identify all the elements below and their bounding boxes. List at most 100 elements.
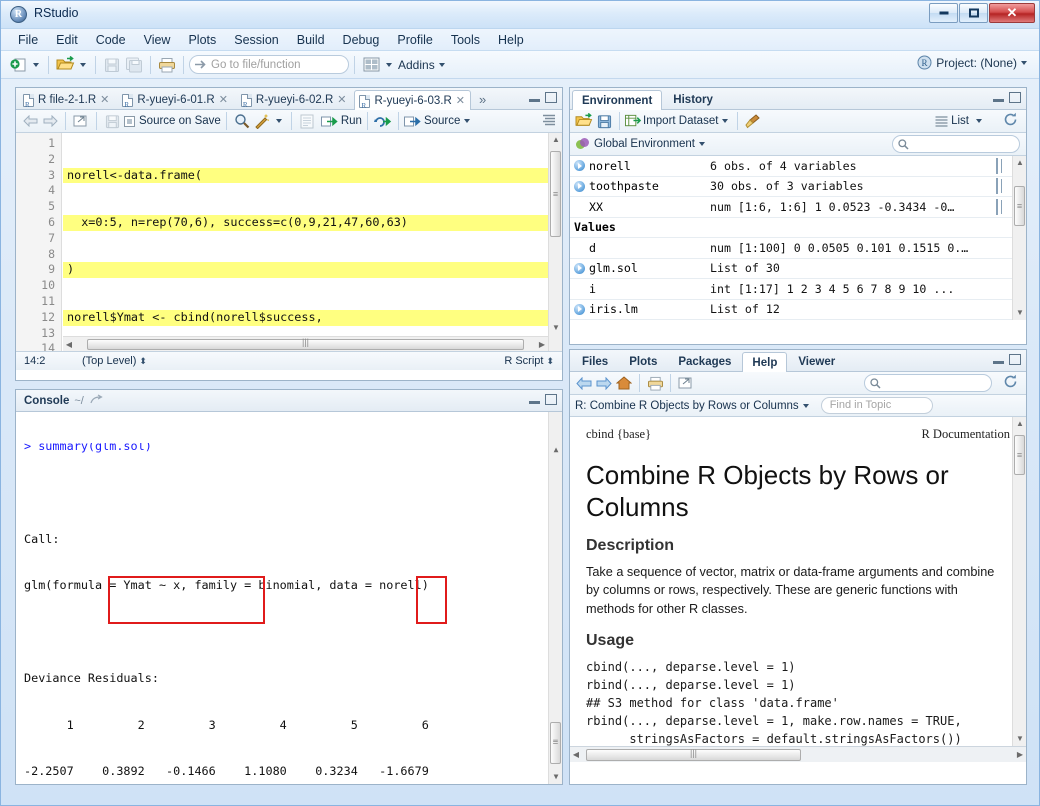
source-on-save-checkbox[interactable]: Source on Save [124, 115, 221, 127]
help-horizontal-scrollbar[interactable]: ◀ ||| ▶ [570, 746, 1026, 762]
help-topic-label[interactable]: R: Combine R Objects by Rows or Columns [575, 400, 799, 412]
scope-chevron-icon[interactable]: ⬍ [139, 356, 147, 367]
panes-dropdown-icon[interactable] [386, 62, 392, 67]
help-hscroll-thumb[interactable]: ||| [586, 748, 801, 761]
help-minimize-icon[interactable] [993, 361, 1004, 364]
environment-maximize-icon[interactable] [1009, 92, 1021, 103]
tab-help[interactable]: Help [742, 352, 788, 373]
view-mode-dropdown-icon[interactable] [976, 119, 982, 123]
code-text[interactable]: norell<-data.frame( x=0:5, n=rep(70,6), … [63, 133, 548, 351]
source-tab-4-close-icon[interactable]: ✕ [456, 92, 465, 111]
help-vertical-scrollbar[interactable]: ▲ ▼ [1012, 417, 1026, 746]
print-icon[interactable] [156, 54, 178, 75]
tab-files[interactable]: Files [572, 351, 618, 372]
source-tab-3[interactable]: R R-yueyi-6-02.R ✕ [236, 89, 353, 110]
source-tab-2[interactable]: R R-yueyi-6-01.R ✕ [117, 89, 234, 110]
maximize-button[interactable] [959, 3, 988, 23]
scroll-right-icon[interactable]: ▶ [536, 340, 548, 349]
source-button[interactable]: Source [403, 115, 460, 128]
help-forward-icon[interactable] [594, 374, 614, 393]
source-tabs-overflow-icon[interactable]: » [479, 90, 486, 110]
new-file-dropdown-icon[interactable] [33, 62, 39, 67]
goto-file-function-input[interactable]: Go to file/function [189, 55, 349, 74]
table-row[interactable]: XX num [1:6, 1:6] 1 0.0523 -0.3434 -0… [570, 197, 1026, 218]
help-scroll-left-icon[interactable]: ◀ [570, 750, 582, 759]
save-file-icon[interactable] [102, 112, 122, 131]
new-file-icon[interactable] [7, 54, 29, 75]
editor-minimize-icon[interactable] [529, 99, 540, 102]
help-print-icon[interactable] [645, 374, 665, 393]
run-button[interactable]: Run [320, 115, 362, 128]
back-arrow-icon[interactable] [20, 112, 40, 131]
environment-scope-dropdown-icon[interactable] [699, 142, 705, 146]
env-scroll-down-icon[interactable]: ▼ [1013, 306, 1026, 320]
environment-vertical-scrollbar[interactable]: ▲ ▼ [1012, 156, 1026, 320]
table-row[interactable]: iris.lm List of 12 [570, 300, 1026, 320]
find-replace-icon[interactable] [232, 112, 252, 131]
menu-view[interactable]: View [135, 31, 180, 49]
console-scroll-down-icon[interactable]: ▼ [549, 770, 562, 784]
table-row[interactable]: i int [1:17] 1 2 3 4 5 6 7 8 9 10 ... [570, 279, 1026, 300]
menu-file[interactable]: File [9, 31, 47, 49]
source-tab-2-close-icon[interactable]: ✕ [219, 91, 228, 110]
expand-icon[interactable] [574, 262, 585, 274]
import-dataset-dropdown-icon[interactable] [722, 119, 729, 123]
menu-plots[interactable]: Plots [179, 31, 225, 49]
rerun-icon[interactable] [373, 112, 393, 131]
file-type-chevron-icon[interactable]: ⬍ [546, 356, 554, 367]
addins-button[interactable]: Addins [398, 58, 435, 72]
console-working-dir[interactable]: ~/ [74, 395, 83, 407]
import-dataset-button[interactable]: Import Dataset [625, 114, 718, 128]
help-document[interactable]: cbind {base} R Documentation Combine R O… [570, 417, 1026, 762]
table-row[interactable]: norell 6 obs. of 4 variables [570, 156, 1026, 177]
help-topic-dropdown-icon[interactable] [802, 403, 809, 408]
console-output[interactable]: > summary(glm.sol) Call: glm(formula = Y… [16, 412, 562, 784]
save-all-icon[interactable] [123, 54, 145, 75]
close-button[interactable]: ✕ [989, 3, 1035, 23]
tab-packages[interactable]: Packages [668, 351, 741, 372]
menu-debug[interactable]: Debug [334, 31, 389, 49]
refresh-environment-icon[interactable] [1003, 112, 1018, 130]
clear-workspace-broom-icon[interactable] [743, 112, 763, 131]
environment-minimize-icon[interactable] [993, 99, 1004, 102]
help-popout-icon[interactable] [676, 374, 696, 393]
minimize-button[interactable] [929, 3, 958, 23]
scroll-down-icon[interactable]: ▼ [549, 321, 562, 335]
menu-session[interactable]: Session [225, 31, 287, 49]
view-data-grid-icon[interactable] [996, 157, 1010, 174]
code-editor[interactable]: 1 2 3 4 5 6 7 8 9 10 11 12 13 14 15 nore… [16, 133, 562, 351]
table-row[interactable]: toothpaste 30 obs. of 3 variables [570, 177, 1026, 197]
menu-help[interactable]: Help [489, 31, 533, 49]
find-in-topic-input[interactable]: Find in Topic [820, 397, 933, 414]
menu-profile[interactable]: Profile [388, 31, 441, 49]
view-data-grid-icon[interactable] [996, 198, 1010, 215]
table-row[interactable]: d num [1:100] 0 0.0505 0.101 0.1515 0.… [570, 238, 1026, 259]
expand-icon[interactable] [574, 180, 585, 192]
view-data-grid-icon[interactable] [996, 178, 1010, 195]
editor-maximize-icon[interactable] [545, 92, 557, 103]
console-scroll-up-icon[interactable]: ▲ [549, 443, 562, 457]
source-tab-4[interactable]: R R-yueyi-6-03.R ✕ [354, 90, 472, 111]
source-tab-3-close-icon[interactable]: ✕ [337, 91, 346, 110]
file-type-selector[interactable]: R Script [504, 355, 543, 367]
source-tab-1[interactable]: R R file-2-1.R ✕ [18, 89, 115, 110]
open-file-dropdown-icon[interactable] [80, 62, 86, 67]
help-back-icon[interactable] [574, 374, 594, 393]
show-in-new-window-icon[interactable] [71, 112, 91, 131]
expand-icon[interactable] [574, 303, 585, 315]
console-scroll-thumb[interactable] [550, 722, 561, 764]
scroll-up-icon[interactable]: ▲ [549, 133, 562, 147]
console-maximize-icon[interactable] [545, 394, 557, 405]
editor-outline-icon[interactable] [542, 114, 556, 129]
editor-horizontal-scrollbar[interactable]: ◀ ▶ [63, 336, 548, 351]
save-icon[interactable] [101, 54, 123, 75]
code-tools-dropdown-icon[interactable] [275, 119, 282, 123]
help-scroll-down-icon[interactable]: ▼ [1013, 732, 1026, 746]
workspace-panes-icon[interactable] [360, 54, 382, 75]
help-scroll-up-icon[interactable]: ▲ [1013, 417, 1026, 431]
console-popout-icon[interactable] [90, 393, 103, 408]
code-tools-magic-icon[interactable] [252, 112, 272, 131]
help-scroll-thumb[interactable] [1014, 435, 1025, 475]
help-refresh-icon[interactable] [1003, 374, 1018, 392]
load-workspace-icon[interactable] [574, 112, 594, 131]
